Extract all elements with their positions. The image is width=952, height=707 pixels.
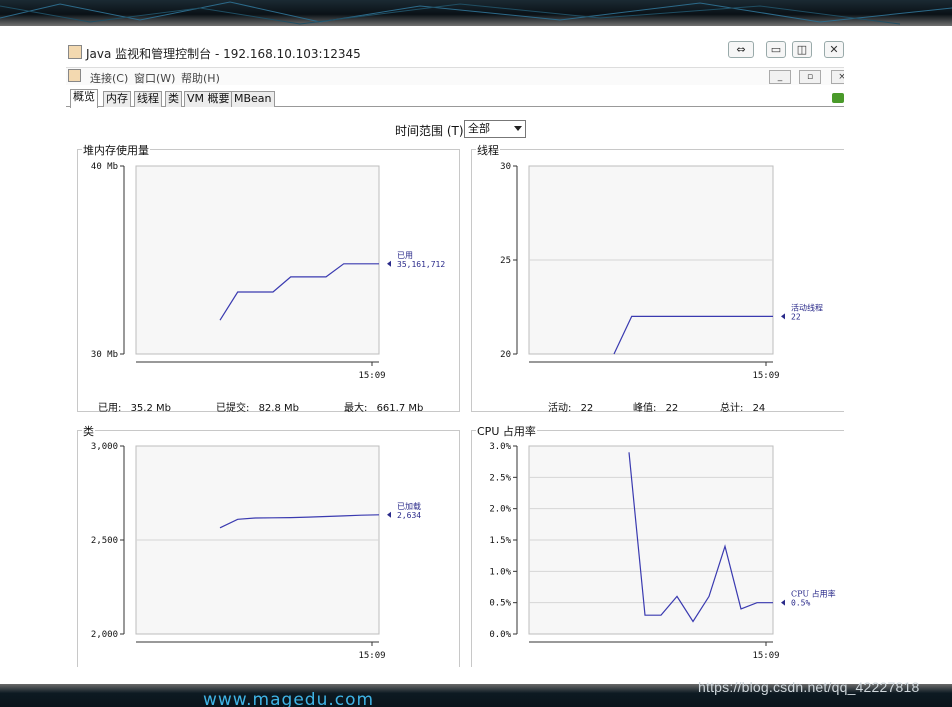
x-tick-label: 15:09 (752, 651, 779, 661)
legend-marker (781, 313, 785, 320)
stat-value: 661.7 Mb (376, 403, 424, 414)
stat-value: 22 (665, 403, 679, 414)
tab-vm-summary[interactable]: VM 概要 (184, 91, 233, 107)
legend-name: 活动线程 (791, 302, 823, 312)
x-tick-label: 15:09 (358, 651, 385, 661)
stat-label: 峰值: (633, 403, 657, 414)
stat-label: 活动: (548, 403, 572, 414)
restore-layout-button[interactable]: ⇔ (728, 41, 754, 58)
legend-marker (387, 260, 391, 267)
title-bar: Java 监视和管理控制台 - 192.168.10.103:12345 ⇔ ▭… (66, 41, 844, 63)
classes-chart: 3,000 2,500 2,000 15:09 已加载2,634 (91, 442, 421, 661)
time-range-label: 时间范围 (T): (395, 124, 468, 138)
jconsole-window: Java 监视和管理控制台 - 192.168.10.103:12345 ⇔ ▭… (66, 41, 844, 667)
y-tick-label: 20 (500, 350, 511, 360)
threads-stat-live: 活动: 22 (548, 399, 593, 414)
stat-label: 总计: (720, 403, 744, 414)
time-range-select[interactable]: 全部 (464, 120, 526, 138)
inner-minimize-button[interactable]: _ (769, 70, 791, 84)
y-tick-label: 30 (500, 162, 511, 172)
legend-marker (781, 599, 785, 606)
y-tick-label: 40 Mb (91, 162, 118, 172)
y-tick-label: 2,500 (91, 536, 118, 546)
y-tick-label: 0.0% (489, 630, 511, 640)
heap-stat-committed: 已提交: 82.8 Mb (216, 399, 299, 414)
x-tick-label: 15:09 (752, 371, 779, 381)
cpu-panel: CPU 占用率 3.0% 2.5% 2.0% 1.5% 1.0% 0.5% 0.0% 15:0… (471, 423, 844, 667)
stat-label: 最大: (344, 403, 368, 414)
tab-overview[interactable]: 概览 (70, 89, 98, 108)
watermark-text: https://blog.csdn.net/qq_42227818 (698, 679, 920, 695)
document-icon (68, 69, 81, 82)
y-tick-label: 0.5% (489, 599, 511, 609)
heap-stat-used: 已用: 35.2 Mb (98, 399, 171, 414)
decorative-lines (0, 1, 952, 25)
y-tick-label: 2.0% (489, 505, 511, 515)
legend-value: 22 (791, 312, 801, 321)
threads-stat-peak: 峰值: 22 (633, 399, 678, 414)
time-range-value: 全部 (468, 122, 490, 135)
tab-memory[interactable]: 内存 (103, 91, 131, 107)
background-top-band (0, 0, 952, 26)
stat-value: 22 (580, 403, 594, 414)
connection-status-icon (832, 93, 844, 103)
heap-stat-max: 最大: 661.7 Mb (344, 399, 423, 414)
legend-name: CPU 占用率 (791, 589, 836, 599)
menu-connection[interactable]: 连接(C) (90, 70, 128, 86)
close-button[interactable]: ✕ (824, 41, 844, 58)
window-title: Java 监视和管理控制台 - 192.168.10.103:12345 (86, 47, 361, 61)
stat-value: 35.2 Mb (130, 403, 171, 414)
y-tick-label: 3,000 (91, 442, 118, 452)
heap-chart: 40 Mb 30 Mb 15:09 已用35,161,712 (91, 162, 445, 381)
cpu-chart: 3.0% 2.5% 2.0% 1.5% 1.0% 0.5% 0.0% 15:09 CPU 占用率… (489, 442, 836, 661)
y-tick-label: 3.0% (489, 442, 511, 452)
menu-bar: 连接(C) 窗口(W) 帮助(H) _ ▫ × (66, 67, 844, 85)
inner-close-button[interactable]: × (831, 70, 844, 84)
plot-area (135, 165, 380, 355)
heap-memory-panel: 堆内存使用量 40 Mb 30 Mb 15:09 已用 35,161,712 已用: 3… (77, 142, 460, 414)
legend-name: 已加载 (397, 501, 421, 511)
minimize-button[interactable]: ▭ (766, 41, 786, 58)
threads-panel: 线程 30 25 20 15:09 活动线程 22 活动: 22 峰值: 22 总计: 2… (471, 142, 844, 414)
threads-chart: 30 25 20 15:09 活动线程22 (500, 162, 823, 381)
java-app-icon (68, 45, 82, 59)
inner-restore-button[interactable]: ▫ (799, 70, 821, 84)
legend-name: 已用 (397, 251, 413, 260)
y-tick-label: 25 (500, 256, 511, 266)
tab-mbean[interactable]: MBean (231, 91, 275, 107)
brand-text: www.magedu.com (203, 690, 375, 707)
y-tick-label: 1.0% (489, 567, 511, 577)
y-tick-label: 1.5% (489, 536, 511, 546)
stat-label: 已提交: (216, 403, 250, 414)
threads-stat-total: 总计: 24 (720, 399, 765, 414)
stat-value: 24 (752, 403, 766, 414)
y-tick-label: 2,000 (91, 630, 118, 640)
legend-value: 2,634 (397, 511, 421, 520)
menu-window[interactable]: 窗口(W) (134, 70, 175, 86)
maximize-button[interactable]: ◫ (792, 41, 812, 58)
y-tick-label: 2.5% (489, 473, 511, 483)
legend-value: 35,161,712 (397, 260, 445, 269)
legend-marker (387, 511, 391, 518)
menu-help[interactable]: 帮助(H) (181, 70, 220, 86)
tab-classes[interactable]: 类 (165, 91, 182, 107)
legend-value: 0.5% (791, 599, 810, 608)
stat-value: 82.8 Mb (258, 403, 299, 414)
tab-bar: 概览 内存 线程 类 VM 概要 MBean (66, 89, 844, 108)
tab-threads[interactable]: 线程 (134, 91, 162, 107)
y-tick-label: 30 Mb (91, 350, 118, 360)
stat-label: 已用: (98, 403, 122, 414)
classes-panel: 类 3,000 2,500 2,000 15:09 已加载 2,634 (77, 423, 460, 667)
x-tick-label: 15:09 (358, 371, 385, 381)
chevron-down-icon (514, 126, 522, 131)
